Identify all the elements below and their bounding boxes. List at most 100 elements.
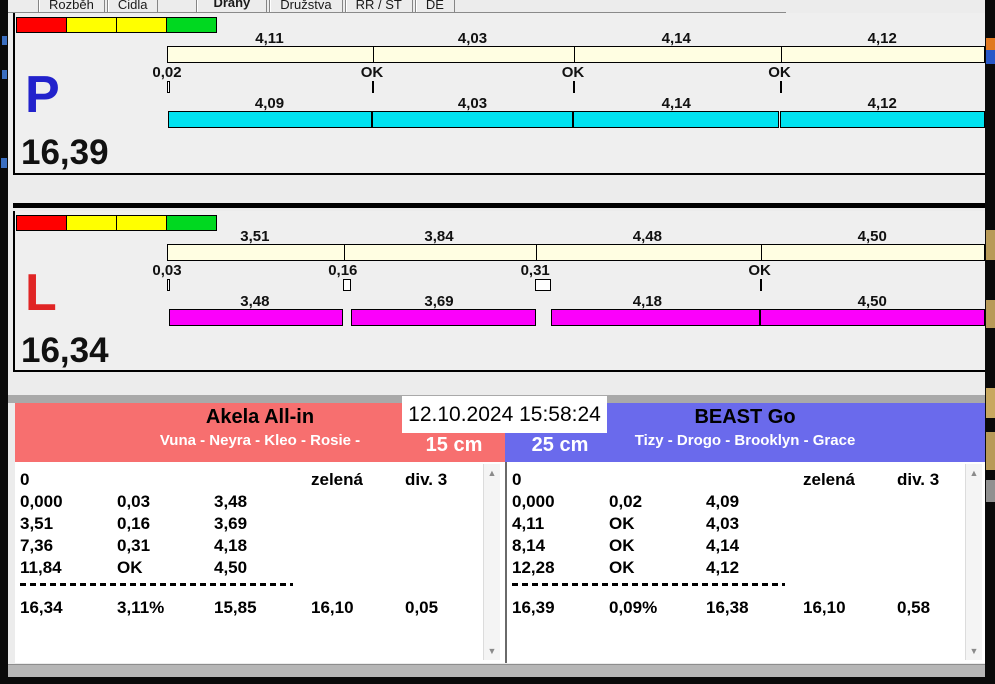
table-cell: OK — [609, 558, 635, 577]
crossing-ok-tick — [371, 81, 374, 93]
desktop-fragment — [1, 158, 7, 168]
table-totals-cell: 0,58 — [897, 598, 931, 617]
table-cell: 8,14 — [512, 536, 546, 555]
crossing-label: 0,03 — [152, 262, 182, 279]
table-header-cell: zelená — [803, 470, 855, 489]
sensor-time-label: 4,11 — [255, 30, 284, 47]
app-window: Rozběh Čidla Dráhy Družstva RR / ST DE P 16,3… — [8, 0, 985, 677]
dog-bar-segment — [350, 309, 536, 326]
table-cell: 7,36 — [20, 536, 54, 555]
table-cell: 0,16 — [117, 514, 151, 533]
traffic-light-cell — [66, 215, 117, 231]
crossing-gap-marker — [535, 279, 551, 291]
jump-height-right: 25 cm — [531, 434, 589, 456]
table-totals-cell: 0,05 — [405, 598, 439, 617]
lane-total-time: 16,34 — [21, 331, 109, 370]
lane-panel-l: L 16,34 3,51 3,84 4,48 4,50 0,03 0,16 0,31 OK 3,… — [13, 211, 985, 372]
table-cell: 11,84 — [20, 558, 62, 577]
dog-bar-segment — [168, 309, 343, 326]
sensor-time-label: 4,03 — [457, 30, 488, 47]
sensor-bar-divider — [343, 245, 345, 260]
table-cell: 12,28 — [512, 558, 555, 577]
table-cell: 3,51 — [20, 514, 54, 533]
sensor-time-label: 3,84 — [424, 228, 454, 245]
screen: { "tabs": [ {"id": "rozbeh", "label": "R… — [0, 0, 995, 684]
dog-time-label: 4,09 — [254, 95, 285, 112]
table-totals-cell: 16,39 — [512, 598, 555, 617]
lane-separator — [13, 203, 985, 208]
dog-bar-segment — [167, 111, 372, 128]
crossing-ok-tick — [779, 81, 782, 93]
lane-panel-p: P 16,39 4,11 4,03 4,14 4,12 0,02 OK OK OK 4,09 4,… — [13, 13, 985, 175]
table-cell: 0,02 — [609, 492, 643, 511]
table-separator-dashes — [512, 583, 785, 586]
desktop-fragment — [986, 38, 995, 50]
vertical-scrollbar[interactable]: ▲ ▼ — [965, 464, 982, 660]
table-cell: 3,69 — [214, 514, 248, 533]
scroll-up-button[interactable]: ▲ — [484, 466, 500, 480]
table-header-cell: div. 3 — [405, 470, 448, 489]
lane-letter: L — [25, 264, 57, 322]
dog-bar-segment — [759, 309, 985, 326]
table-totals-cell: 16,10 — [311, 598, 354, 617]
crossing-label: OK — [768, 64, 791, 81]
jump-height-left: 15 cm — [425, 434, 483, 456]
table-cell: 0,000 — [512, 492, 555, 511]
lane-letter: P — [25, 66, 60, 124]
table-cell: 3,48 — [214, 492, 248, 511]
table-header-cell: div. 3 — [897, 470, 940, 489]
desktop-fragment — [2, 70, 7, 79]
results-table-left: ▲ ▼ 0 zelená div. 3 0,000 0,03 3,48 3,51 0,16 3,… — [15, 462, 505, 663]
table-cell: 0,000 — [20, 492, 63, 511]
sensor-bar-divider — [574, 47, 575, 62]
table-totals-cell: 16,38 — [706, 598, 749, 617]
scroll-down-button[interactable]: ▼ — [484, 644, 500, 658]
table-cell: 4,03 — [706, 514, 740, 533]
sensor-bar-divider — [372, 47, 374, 62]
sensor-time-label: 4,50 — [857, 228, 887, 245]
sensor-bar-divider — [760, 245, 762, 260]
traffic-light-cell — [66, 17, 117, 33]
desktop-fragment — [986, 432, 995, 470]
dog-bar-segment — [779, 111, 985, 128]
crossing-ok-tick — [759, 279, 762, 291]
dog-time-label: 4,14 — [661, 95, 691, 112]
desktop-edge-left — [0, 0, 8, 684]
crossing-label: 0,31 — [520, 262, 550, 279]
table-cell: 4,11 — [512, 514, 545, 533]
dog-time-label: 4,50 — [857, 293, 887, 310]
crossing-gap-marker — [167, 279, 170, 291]
table-header-cell: 0 — [20, 470, 30, 489]
crossing-label: OK — [561, 64, 585, 81]
vertical-scrollbar[interactable]: ▲ ▼ — [483, 464, 500, 660]
dog-time-label: 3,48 — [240, 293, 270, 310]
scroll-down-button[interactable]: ▼ — [966, 644, 982, 658]
table-cell: OK — [117, 558, 143, 577]
tab-bar: Rozběh Čidla Dráhy Družstva RR / ST DE — [8, 0, 985, 13]
crossing-gap-marker — [342, 279, 351, 291]
sensor-time-label: 4,48 — [632, 228, 662, 245]
sensor-bar-divider — [780, 47, 782, 62]
datetime-display: 12.10.2024 15:58:24 — [402, 396, 607, 433]
table-header-cell: zelená — [311, 470, 363, 489]
sensor-time-label: 4,14 — [661, 30, 691, 47]
dog-bar-segment — [371, 111, 573, 128]
dog-bar-segment — [550, 309, 761, 326]
table-cell: 4,09 — [706, 492, 740, 511]
sensor-bar — [167, 244, 985, 261]
table-totals-cell: 16,10 — [803, 598, 846, 617]
desktop-fragment — [986, 388, 995, 418]
table-totals-cell: 15,85 — [214, 598, 257, 617]
dog-bar-segment — [573, 111, 780, 128]
crossing-label: OK — [748, 262, 771, 279]
table-cell: 4,14 — [706, 536, 740, 555]
traffic-light-cell — [16, 215, 67, 231]
table-cell: OK — [609, 514, 635, 533]
bottom-status-band — [8, 664, 985, 677]
table-cell: 0,03 — [117, 492, 151, 511]
traffic-light-cell — [116, 17, 167, 33]
lane-total-time: 16,39 — [21, 133, 109, 172]
table-totals-cell: 16,34 — [20, 598, 63, 617]
desktop-edge-right — [985, 0, 995, 684]
sensor-bar — [167, 46, 985, 63]
